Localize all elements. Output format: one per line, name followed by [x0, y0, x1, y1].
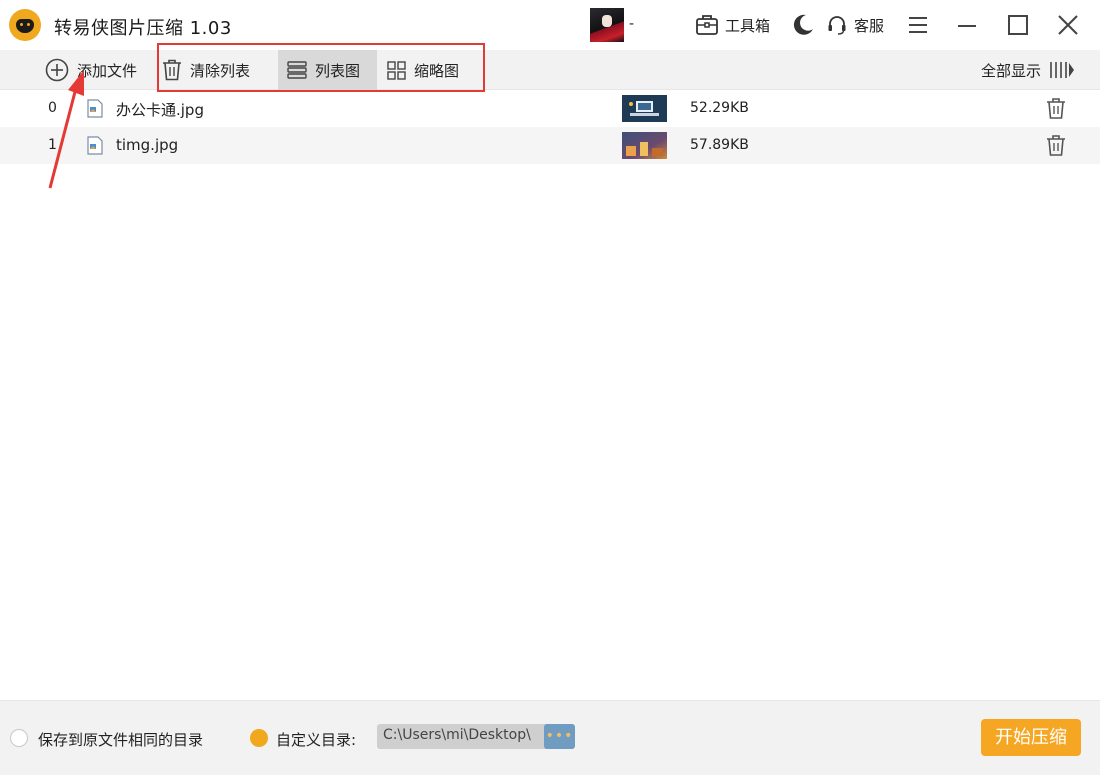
toolbox-button[interactable]: 工具箱 — [695, 12, 770, 38]
custom-dir-label: 自定义目录: — [276, 731, 357, 749]
trash-icon — [163, 59, 181, 81]
toolbar: 添加文件 清除列表 列表图 缩略图 全部显示 — [0, 50, 1100, 90]
table-row[interactable]: 1 timg.jpg 57.89KB — [0, 127, 1100, 164]
add-file-button[interactable]: 添加文件 — [45, 50, 137, 90]
image-file-icon — [87, 99, 103, 118]
file-name: 办公卡通.jpg — [116, 101, 204, 119]
file-list: 0 办公卡通.jpg 52.29KB 1 timg.jpg 57.89KB — [0, 90, 1100, 164]
service-label: 客服 — [854, 16, 885, 35]
menu-button[interactable] — [905, 12, 931, 38]
file-size: 52.29KB — [690, 100, 749, 116]
browse-button[interactable]: ••• — [544, 724, 575, 749]
file-index: 0 — [48, 100, 57, 116]
minimize-icon — [958, 25, 976, 27]
list-view-button[interactable]: 列表图 — [278, 50, 377, 90]
columns-arrow-icon — [1050, 62, 1075, 78]
close-icon — [1058, 15, 1078, 35]
save-same-dir-radio[interactable] — [10, 729, 28, 747]
close-button[interactable] — [1055, 12, 1081, 38]
minimize-button[interactable] — [954, 12, 980, 38]
custom-dir-radio[interactable] — [250, 729, 268, 747]
save-same-dir-label: 保存到原文件相同的目录 — [38, 731, 204, 749]
image-file-icon — [87, 136, 103, 155]
thumbnail-view-label: 缩略图 — [414, 61, 460, 80]
file-index: 1 — [48, 137, 57, 153]
maximize-icon — [1008, 15, 1028, 35]
add-file-label: 添加文件 — [77, 61, 138, 80]
list-view-label: 列表图 — [315, 61, 361, 80]
service-button[interactable]: 客服 — [826, 12, 884, 38]
maximize-button[interactable] — [1005, 12, 1031, 38]
toolbox-label: 工具箱 — [725, 16, 771, 35]
username: - — [629, 16, 635, 32]
toolbox-icon — [696, 15, 718, 35]
trash-icon[interactable] — [1045, 97, 1067, 119]
headset-icon — [828, 16, 846, 35]
app-logo-icon — [9, 9, 41, 41]
dark-mode-toggle[interactable] — [789, 12, 815, 38]
plus-circle-icon — [45, 58, 69, 82]
thumbnail-view-button[interactable]: 缩略图 — [387, 50, 459, 90]
file-thumbnail — [622, 95, 667, 122]
user-avatar[interactable] — [590, 8, 624, 42]
show-all-button[interactable]: 全部显示 — [981, 50, 1075, 90]
clear-list-button[interactable]: 清除列表 — [162, 50, 258, 90]
clear-list-label: 清除列表 — [190, 61, 251, 80]
trash-icon[interactable] — [1045, 134, 1067, 156]
table-row[interactable]: 0 办公卡通.jpg 52.29KB — [0, 90, 1100, 127]
app-title: 转易侠图片压缩 1.03 — [54, 18, 232, 39]
file-size: 57.89KB — [690, 137, 749, 153]
file-thumbnail — [622, 132, 667, 159]
title-bar: 转易侠图片压缩 1.03 - 工具箱 客服 — [0, 0, 1100, 50]
grid-icon — [387, 60, 406, 80]
hamburger-icon — [909, 17, 927, 33]
moon-icon — [793, 14, 813, 35]
list-view-icon — [287, 61, 307, 79]
file-name: timg.jpg — [116, 136, 179, 154]
start-compress-button[interactable]: 开始压缩 — [981, 719, 1081, 756]
show-all-label: 全部显示 — [981, 61, 1042, 80]
